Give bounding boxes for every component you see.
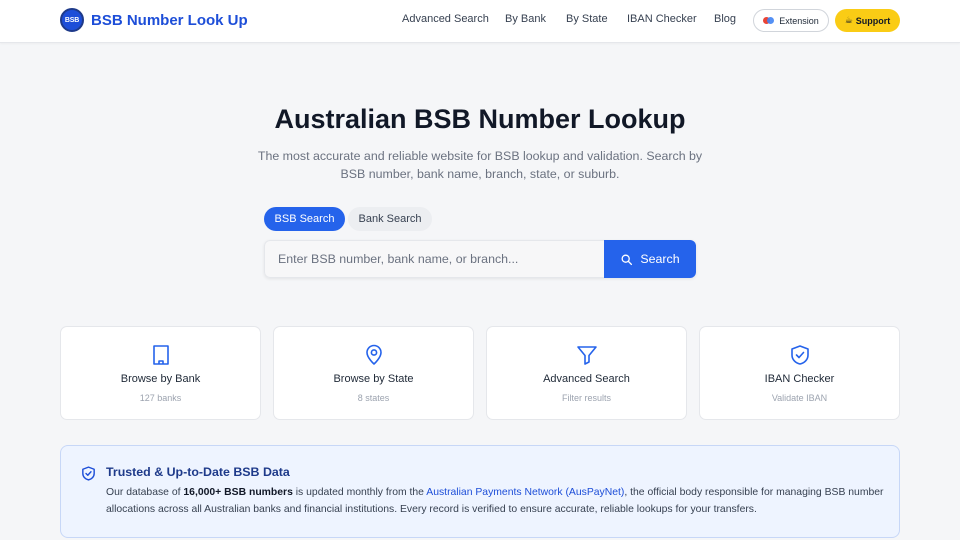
shield-check-icon xyxy=(791,345,809,365)
card-browse-by-state[interactable]: Browse by State 8 states xyxy=(273,326,474,420)
support-button[interactable]: ☕ Support xyxy=(835,9,900,32)
brand-name: BSB Number Look Up xyxy=(91,11,248,29)
bsb-logo-icon: BSB xyxy=(60,8,84,32)
card-title: Advanced Search xyxy=(543,373,630,385)
card-title: Browse by State xyxy=(333,373,414,385)
nav-by-bank[interactable]: By Bank xyxy=(505,13,546,25)
card-subtitle: Filter results xyxy=(561,393,611,403)
chrome-extension-icon xyxy=(763,17,775,24)
card-browse-by-bank[interactable]: Browse by Bank 127 banks xyxy=(60,326,261,420)
map-pin-icon xyxy=(366,344,382,365)
shield-check-icon xyxy=(82,466,95,481)
building-icon xyxy=(153,345,169,365)
nav-blog[interactable]: Blog xyxy=(714,13,736,25)
brand-link[interactable]: BSB BSB Number Look Up xyxy=(60,8,248,32)
trust-description: Our database of 16,000+ BSB numbers is u… xyxy=(106,487,884,515)
trust-title: Trusted & Up-to-Date BSB Data xyxy=(106,465,290,479)
search-button-label: Search xyxy=(640,252,680,266)
page-subtitle: The most accurate and reliable website f… xyxy=(257,149,703,181)
card-iban-checker[interactable]: IBAN Checker Validate IBAN xyxy=(699,326,900,420)
card-subtitle: 127 banks xyxy=(139,393,182,403)
auspaynet-link[interactable]: Australian Payments Network (AusPayNet) xyxy=(426,487,624,498)
page-title: Australian BSB Number Lookup xyxy=(274,104,686,134)
nav-by-state[interactable]: By State xyxy=(566,13,608,25)
tab-bank-search[interactable]: Bank Search xyxy=(348,207,432,231)
search-input[interactable] xyxy=(264,240,604,278)
record-count: 16,000+ BSB numbers xyxy=(183,487,293,498)
card-title: Browse by Bank xyxy=(120,373,201,385)
extension-label: Extension xyxy=(779,15,819,26)
filter-icon xyxy=(577,346,597,365)
search-icon xyxy=(621,254,633,265)
coffee-icon: ☕ xyxy=(844,15,853,25)
card-advanced-search[interactable]: Advanced Search Filter results xyxy=(486,326,687,420)
site-header: BSB BSB Number Look Up Advanced Search B… xyxy=(0,0,960,43)
tab-bsb-search[interactable]: BSB Search xyxy=(264,207,345,231)
search-bar: Search xyxy=(264,240,696,278)
extension-button[interactable]: Extension xyxy=(753,9,829,32)
card-title: IBAN Checker xyxy=(764,373,835,385)
nav-iban-checker[interactable]: IBAN Checker xyxy=(627,13,697,25)
trust-banner: Trusted & Up-to-Date BSB Data Our databa… xyxy=(60,445,900,538)
search-button[interactable]: Search xyxy=(604,240,696,278)
card-subtitle: 8 states xyxy=(357,393,390,403)
card-subtitle: Validate IBAN xyxy=(771,393,828,403)
nav-advanced-search[interactable]: Advanced Search xyxy=(402,13,489,25)
support-label: Support xyxy=(855,15,891,26)
